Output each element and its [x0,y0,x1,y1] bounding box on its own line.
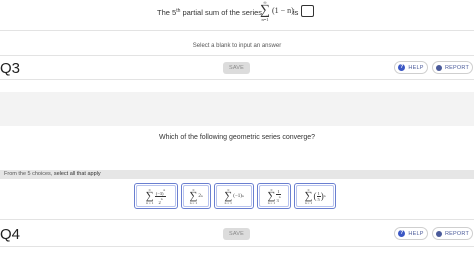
summation-symbol: ∞ ∑ n=1 [260,0,270,22]
is-label: is [293,8,299,17]
question-number-q3: Q3 [0,60,21,77]
choice-option-1[interactable]: ∞ ∑ n = 1 (−3)n 2n [134,183,178,209]
save-button[interactable]: SAVE [223,228,250,240]
question-media-area [0,92,474,126]
divider [0,30,474,31]
divider [0,55,474,56]
summand-expression: (1 − n) [272,6,294,15]
help-icon: ? [398,64,406,71]
divider [0,219,474,220]
q2-prompt: The 5th partial sum of the series ∞ ∑ n=… [0,0,474,26]
choice-option-4[interactable]: ∞ ∑ n = 1 1 3n [257,183,291,209]
question-number-q4: Q4 [0,226,21,243]
choice-option-3[interactable]: ∞ ∑ n = 1 (−1) n [214,183,254,209]
report-button[interactable]: REPORT [432,61,473,74]
choice-list: ∞ ∑ n = 1 (−3)n 2n ∞ ∑ n = 1 2n ∞ ∑ n = 1 (−1) n… [134,183,336,209]
choice-option-5[interactable]: ∞ ∑ n = 1 (1 5) n [294,183,336,209]
help-icon: ? [398,230,406,237]
divider [0,79,474,80]
help-button[interactable]: ? HELP [394,61,428,74]
flag-icon [435,64,442,71]
q2-prompt-text: The 5th partial sum of the series [157,8,263,17]
help-button[interactable]: ? HELP [394,227,428,240]
report-button[interactable]: REPORT [432,227,473,240]
instruction-bar: From the 5 choices, select all that appl… [0,170,474,179]
divider [0,246,474,247]
question-text: Which of the following geometric series … [158,134,316,141]
flag-icon [435,230,442,237]
save-button[interactable]: SAVE [223,62,250,74]
input-hint: Select a blank to input an answer [192,43,282,49]
choice-option-2[interactable]: ∞ ∑ n = 1 2n [181,183,211,209]
answer-blank-input[interactable] [301,5,314,17]
